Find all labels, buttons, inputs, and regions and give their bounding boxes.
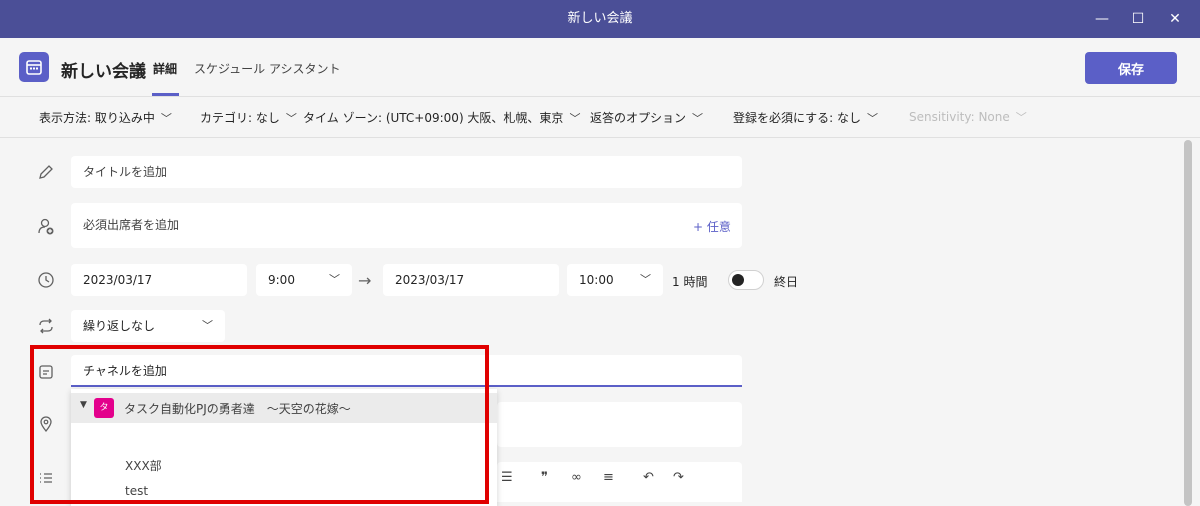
chevron-down-icon: ﹀ xyxy=(329,273,340,286)
response-options-dropdown[interactable]: 返答のオプション ﹀ xyxy=(590,109,703,126)
tab-details[interactable]: 詳細 xyxy=(153,60,177,77)
team-avatar: タ xyxy=(94,398,114,418)
chevron-down-icon: ﹀ xyxy=(1015,111,1027,124)
undo-icon[interactable]: ↶ xyxy=(643,470,654,485)
chevron-down-icon: ﹀ xyxy=(160,112,172,125)
list-details-icon xyxy=(36,468,56,488)
start-date-input[interactable]: 2023/03/17 xyxy=(71,264,247,296)
all-day-label: 終日 xyxy=(774,275,799,289)
all-day-toggle[interactable] xyxy=(728,270,764,290)
channel-input[interactable]: チャネルを追加 xyxy=(71,355,742,386)
registration-dropdown[interactable]: 登録を必須にする: なし ﹀ xyxy=(733,109,878,126)
options-bar: 表示方法: 取り込み中 ﹀ カテゴリ: なし ﹀ タイム ゾーン: (UTC+09:… xyxy=(0,96,1200,138)
chevron-down-icon: ﹀ xyxy=(692,112,704,125)
timezone-dropdown[interactable]: タイム ゾーン: (UTC+09:00) 大阪、札幌、東京 ﹀ xyxy=(303,109,580,126)
channel-item[interactable]: XXX部 xyxy=(125,457,162,474)
timezone-label: タイム ゾーン: (UTC+09:00) 大阪、札幌、東京 xyxy=(303,111,564,125)
sensitivity-dropdown: Sensitivity: None ﹀ xyxy=(909,109,1027,125)
link-icon[interactable]: ∞ xyxy=(571,470,582,485)
page-title: 新しい会議 xyxy=(61,62,146,82)
start-time-value: 9:00 xyxy=(268,273,295,287)
window-title: 新しい会議 xyxy=(567,11,633,26)
align-icon[interactable]: ≡ xyxy=(603,470,614,485)
calendar-icon xyxy=(19,52,49,82)
end-date-input[interactable]: 2023/03/17 xyxy=(383,264,559,296)
team-item[interactable]: ▼ タ タスク自動化PJの勇者達 ～天空の花嫁～ xyxy=(71,393,497,423)
registration-label: 登録を必須にする: なし xyxy=(733,111,861,125)
minimize-button[interactable]: — xyxy=(1082,0,1122,38)
rich-text-toolbar: ☰ ❞ ∞ ≡ ↶ ↷ xyxy=(497,462,742,502)
clock-icon xyxy=(36,270,56,290)
add-person-icon xyxy=(36,216,56,236)
quote-icon[interactable]: ❞ xyxy=(541,470,548,485)
location-icon xyxy=(36,414,56,434)
close-button[interactable]: ✕ xyxy=(1155,0,1195,38)
channel-item[interactable]: test xyxy=(125,484,148,498)
save-button[interactable]: 保存 xyxy=(1085,52,1177,84)
duration-label: 1 時間 xyxy=(672,275,708,289)
location-input[interactable] xyxy=(497,402,742,447)
maximize-button[interactable]: ☐ xyxy=(1118,0,1158,38)
arrow-right-icon: → xyxy=(358,271,372,290)
channel-dropdown-list: ▼ タ タスク自動化PJの勇者達 ～天空の花嫁～ XXX部 test xyxy=(71,389,497,506)
show-as-dropdown[interactable]: 表示方法: 取り込み中 ﹀ xyxy=(39,109,172,126)
redo-icon[interactable]: ↷ xyxy=(673,470,684,485)
meeting-header: 新しい会議 詳細 スケジュール アシスタント 保存 xyxy=(0,38,1200,96)
team-name: タスク自動化PJの勇者達 ～天空の花嫁～ xyxy=(124,402,351,416)
required-attendees-input[interactable]: 必須出席者を追加 xyxy=(71,203,742,248)
title-input[interactable]: タイトルを追加 xyxy=(71,156,742,188)
end-time-value: 10:00 xyxy=(579,273,614,287)
chevron-down-icon: ﹀ xyxy=(640,273,651,286)
tab-scheduling-assistant[interactable]: スケジュール アシスタント xyxy=(194,60,341,77)
pencil-icon xyxy=(36,162,56,182)
chevron-down-icon: ﹀ xyxy=(866,112,878,125)
chevron-down-icon: ﹀ xyxy=(569,112,581,125)
repeat-icon xyxy=(36,316,56,336)
response-options-label: 返答のオプション xyxy=(590,111,687,125)
chevron-down-icon: ﹀ xyxy=(285,112,297,125)
category-label: カテゴリ: なし xyxy=(200,111,280,125)
show-as-label: 表示方法: 取り込み中 xyxy=(39,111,155,125)
start-time-dropdown[interactable]: 9:00 ﹀ xyxy=(256,264,352,296)
channel-icon xyxy=(36,362,56,382)
sensitivity-label: Sensitivity: None xyxy=(909,110,1010,124)
category-dropdown[interactable]: カテゴリ: なし ﹀ xyxy=(200,109,297,126)
attendees-placeholder: 必須出席者を追加 xyxy=(83,218,180,232)
vertical-scrollbar[interactable] xyxy=(1184,140,1192,506)
repeat-dropdown[interactable]: 繰り返しなし ﹀ xyxy=(71,310,225,342)
add-optional-attendees-link[interactable]: + 任意 xyxy=(693,218,731,235)
channel-input-focus-underline xyxy=(71,385,742,387)
toggle-knob xyxy=(732,274,744,286)
chevron-down-icon: ﹀ xyxy=(202,319,213,332)
repeat-value: 繰り返しなし xyxy=(83,319,156,333)
numbered-list-icon[interactable]: ☰ xyxy=(501,470,513,485)
end-time-dropdown[interactable]: 10:00 ﹀ xyxy=(567,264,663,296)
collapse-triangle-icon[interactable]: ▼ xyxy=(80,400,87,410)
window-titlebar: 新しい会議 — ☐ ✕ xyxy=(0,0,1200,38)
